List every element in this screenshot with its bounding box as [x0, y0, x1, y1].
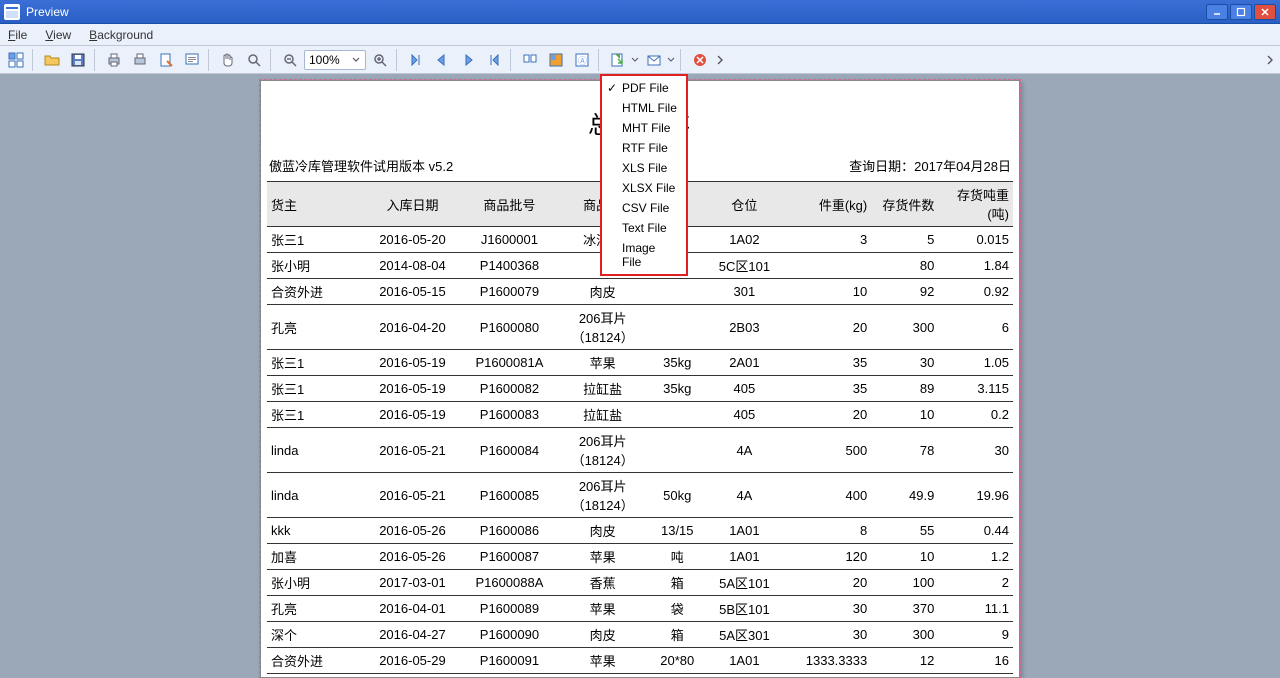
svg-text:Ⓐ: Ⓐ — [578, 56, 587, 66]
software-label: 傲蓝冷库管理软件试用版本 v5.2 — [269, 156, 453, 175]
multipage-icon[interactable] — [518, 49, 542, 71]
next-page-icon[interactable] — [456, 49, 480, 71]
close-button[interactable] — [1254, 4, 1276, 20]
export-menu-item[interactable]: RTF File — [602, 138, 686, 158]
export-menu-item[interactable]: Image File — [602, 238, 686, 272]
table-row: 合资外进2016-05-29P1600092红薯10*501A012000612 — [267, 674, 1013, 678]
export-menu-item[interactable]: HTML File — [602, 98, 686, 118]
quick-print-icon[interactable] — [128, 49, 152, 71]
table-row: linda2016-05-21P1600085206耳片（18124）50kg4… — [267, 473, 1013, 518]
first-page-icon[interactable] — [404, 49, 428, 71]
app-icon — [4, 4, 20, 20]
window-title: Preview — [26, 5, 1206, 19]
menubar: File View Background — [0, 24, 1280, 46]
maximize-button[interactable] — [1230, 4, 1252, 20]
table-row: 合资外进2016-05-29P1600091苹果20*801A011333.33… — [267, 648, 1013, 674]
open-icon[interactable] — [40, 49, 64, 71]
edit-page-icon[interactable] — [180, 49, 204, 71]
table-row: 孔亮2016-04-01P1600089苹果袋5B区1013037011.1 — [267, 596, 1013, 622]
magnifier-icon[interactable] — [242, 49, 266, 71]
col-header: 入库日期 — [364, 182, 461, 227]
table-row: 张三12016-05-19P1600081A苹果35kg2A0135301.05 — [267, 350, 1013, 376]
menu-background[interactable]: Background — [89, 28, 153, 42]
export-menu-item[interactable]: Text File — [602, 218, 686, 238]
export-menu-item[interactable]: XLSX File — [602, 178, 686, 198]
table-row: 孔亮2016-04-20P1600080206耳片（18124）2B032030… — [267, 305, 1013, 350]
table-row: linda2016-05-21P1600084206耳片（18124）4A500… — [267, 428, 1013, 473]
table-row: 张三12016-05-19P1600082拉缸盐35kg40535893.115 — [267, 376, 1013, 402]
hand-tool-icon[interactable] — [216, 49, 240, 71]
col-header: 存货件数 — [871, 182, 938, 227]
table-row: kkk2016-05-26P1600086肉皮13/151A018550.44 — [267, 518, 1013, 544]
save-icon[interactable] — [66, 49, 90, 71]
table-row: 加喜2016-05-26P1600087苹果吨1A01120101.2 — [267, 544, 1013, 570]
export-menu-item[interactable]: XLS File — [602, 158, 686, 178]
toolbar-overflow-icon[interactable] — [714, 54, 726, 66]
table-row: 合资外进2016-05-15P1600079肉皮30110920.92 — [267, 279, 1013, 305]
color-icon[interactable] — [544, 49, 568, 71]
zoom-level-input[interactable]: 100% — [304, 50, 366, 70]
email-dropdown[interactable] — [642, 49, 676, 71]
toolbar: 100% Ⓐ — [0, 46, 1280, 74]
print-icon[interactable] — [102, 49, 126, 71]
close-preview-icon[interactable] — [688, 49, 712, 71]
table-row: 张小明2017-03-01P1600088A香蕉箱5A区101201002 — [267, 570, 1013, 596]
titlebar: Preview — [0, 0, 1280, 24]
table-row: 深个2016-04-27P1600090肉皮箱5A区301303009 — [267, 622, 1013, 648]
watermark-icon[interactable]: Ⓐ — [570, 49, 594, 71]
toolbar-overflow-right-icon[interactable] — [1264, 54, 1276, 66]
col-header: 货主 — [267, 182, 364, 227]
col-header: 存货吨重(吨) — [938, 182, 1013, 227]
thumbnails-icon[interactable] — [4, 49, 28, 71]
export-menu-item[interactable]: MHT File — [602, 118, 686, 138]
table-row: 张三12016-05-19P1600083拉缸盐40520100.2 — [267, 402, 1013, 428]
minimize-button[interactable] — [1206, 4, 1228, 20]
last-page-icon[interactable] — [482, 49, 506, 71]
zoom-in-icon[interactable] — [368, 49, 392, 71]
export-menu: ✓PDF FileHTML FileMHT FileRTF FileXLS Fi… — [600, 74, 688, 276]
zoom-out-icon[interactable] — [278, 49, 302, 71]
export-menu-item[interactable]: ✓PDF File — [602, 78, 686, 98]
prev-page-icon[interactable] — [430, 49, 454, 71]
query-date: 查询日期：2017年04月28日 — [849, 156, 1011, 175]
col-header: 件重(kg) — [782, 182, 872, 227]
page-setup-icon[interactable] — [154, 49, 178, 71]
menu-file[interactable]: File — [8, 28, 27, 42]
export-dropdown[interactable] — [606, 49, 640, 71]
export-menu-item[interactable]: CSV File — [602, 198, 686, 218]
col-header: 商品批号 — [461, 182, 558, 227]
col-header: 仓位 — [707, 182, 782, 227]
menu-view[interactable]: View — [45, 28, 71, 42]
